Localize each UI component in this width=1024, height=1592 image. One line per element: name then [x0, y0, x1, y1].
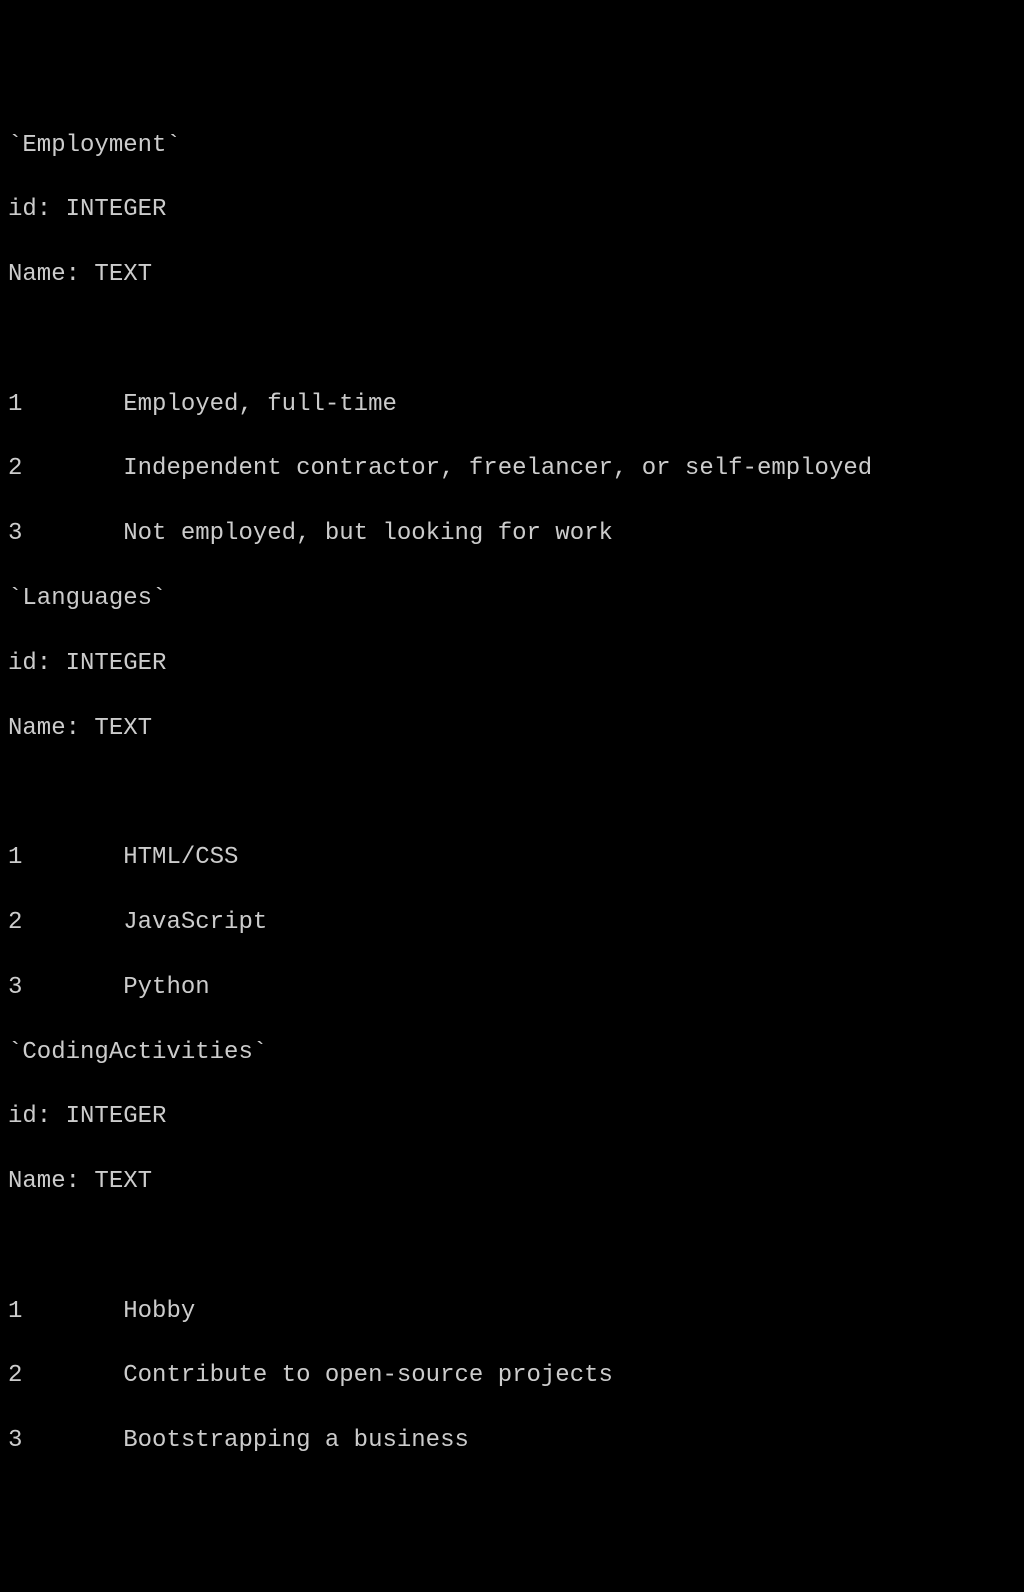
row-value: Hobby [123, 1298, 195, 1325]
schema-line: Name: TEXT [8, 1166, 1016, 1198]
row-id: 3 [8, 974, 22, 1001]
row-id: 2 [8, 909, 22, 936]
table-name-codingactivities: `CodingActivities` [8, 1037, 1016, 1069]
row-id: 1 [8, 391, 22, 418]
row-id: 3 [8, 520, 22, 547]
blank-line [8, 1231, 1016, 1263]
table-row: 1 HTML/CSS [8, 842, 1016, 874]
schema-line: id: INTEGER [8, 194, 1016, 226]
table-row: 2 Contribute to open-source projects [8, 1360, 1016, 1392]
row-value: Independent contractor, freelancer, or s… [123, 455, 872, 482]
schema-line: id: INTEGER [8, 1101, 1016, 1133]
table-name-languages: `Languages` [8, 583, 1016, 615]
row-id: 1 [8, 844, 22, 871]
schema-line: Name: TEXT [8, 259, 1016, 291]
table-row: 3 Python [8, 972, 1016, 1004]
row-id: 2 [8, 1362, 22, 1389]
table-row: 1 Employed, full-time [8, 389, 1016, 421]
table-row: 3 Bootstrapping a business [8, 1425, 1016, 1457]
schema-line: Name: TEXT [8, 713, 1016, 745]
row-id: 1 [8, 1298, 22, 1325]
table-row: 2 Independent contractor, freelancer, or… [8, 453, 1016, 485]
row-id: 2 [8, 455, 22, 482]
row-value: Not employed, but looking for work [123, 520, 613, 547]
table-row: 2 JavaScript [8, 907, 1016, 939]
row-value: Bootstrapping a business [123, 1427, 469, 1454]
row-value: Employed, full-time [123, 391, 397, 418]
table-row: 3 Not employed, but looking for work [8, 518, 1016, 550]
table-row: 1 Hobby [8, 1296, 1016, 1328]
row-value: JavaScript [123, 909, 267, 936]
row-value: Python [123, 974, 209, 1001]
row-value: Contribute to open-source projects [123, 1362, 613, 1389]
row-id: 3 [8, 1427, 22, 1454]
row-value: HTML/CSS [123, 844, 238, 871]
blank-line [8, 777, 1016, 809]
schema-line: id: INTEGER [8, 648, 1016, 680]
table-name-employment: `Employment` [8, 130, 1016, 162]
blank-line [8, 324, 1016, 356]
